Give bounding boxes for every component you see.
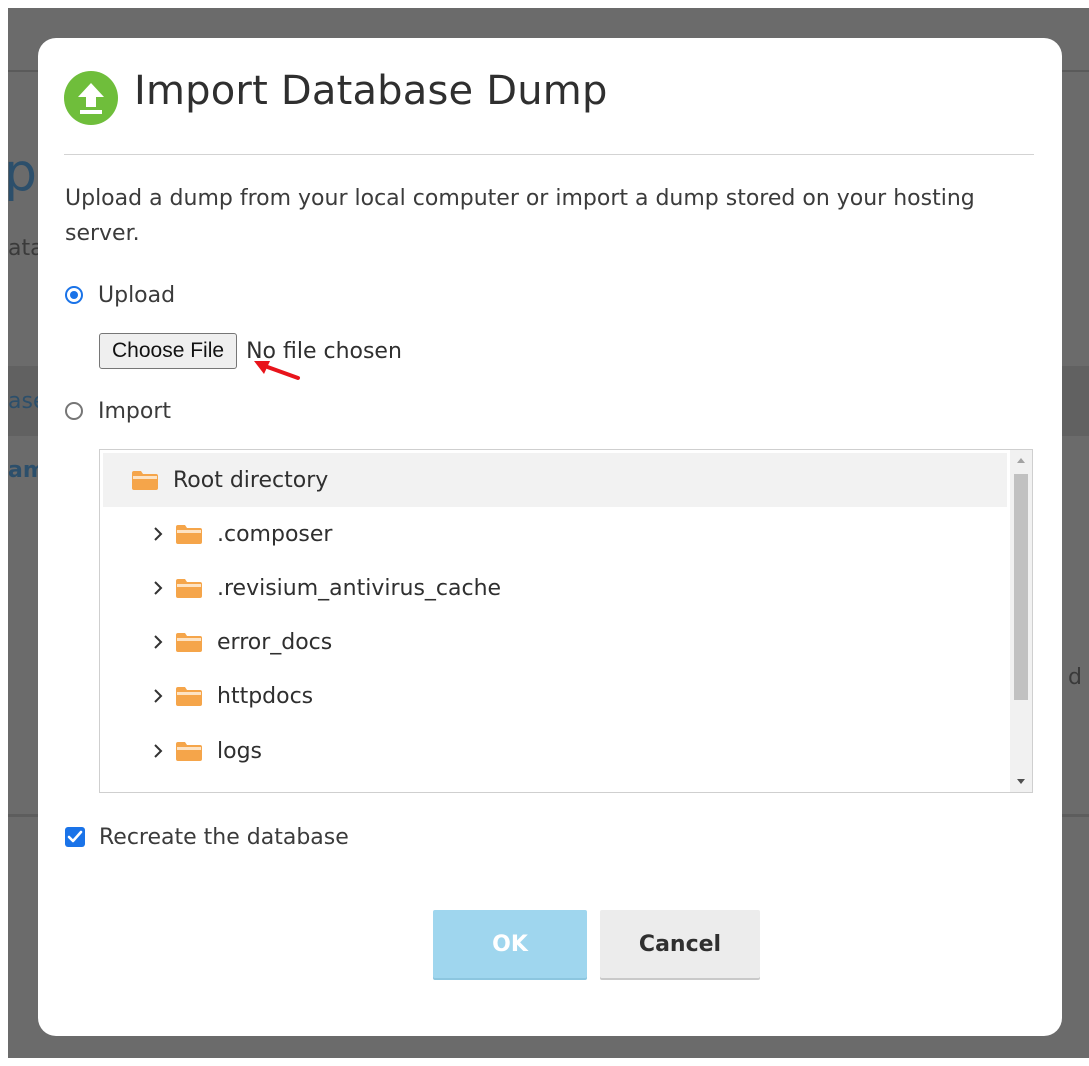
folder-icon [176,525,202,544]
recreate-checkbox[interactable] [65,827,85,847]
backdrop-text: d R [1068,665,1089,690]
tree-root-label: Root directory [173,467,329,493]
chevron-right-icon[interactable] [151,688,165,704]
tree-item-label: .composer [217,521,333,547]
scroll-down-arrow-icon[interactable] [1010,770,1032,792]
tree-item-label: error_docs [217,629,333,655]
directory-tree[interactable]: Root directory .composer .revisium_antiv… [99,449,1033,793]
scroll-thumb[interactable] [1014,474,1028,700]
annotation-arrow-icon [254,361,300,380]
tree-scrollbar[interactable] [1010,450,1032,792]
tree-root-item[interactable]: Root directory [103,453,1007,507]
import-radio-label[interactable]: Import [98,399,171,424]
folder-icon [176,687,202,706]
tree-item[interactable]: .revisium_antivirus_cache [103,561,1007,615]
chevron-right-icon[interactable] [151,743,165,759]
backdrop-text: p [8,143,38,203]
choose-file-button[interactable]: Choose File [99,333,238,369]
upload-radio[interactable] [65,286,83,304]
file-chooser: Choose File No file chosen [99,333,402,369]
tree-item[interactable]: logs [103,724,1007,778]
cancel-button[interactable]: Cancel [600,910,760,978]
dialog-header: Import Database Dump [64,64,1034,154]
import-dump-dialog: Import Database Dump Upload a dump from … [38,38,1062,1036]
recreate-option[interactable]: Recreate the database [65,823,349,851]
tree-item-label: logs [217,738,262,764]
folder-icon [176,579,202,598]
tree-item[interactable]: error_docs [103,615,1007,669]
chevron-right-icon[interactable] [151,526,165,542]
scroll-up-arrow-icon[interactable] [1010,450,1032,472]
tree-item-label: .revisium_antivirus_cache [217,575,502,601]
chevron-right-icon[interactable] [151,580,165,596]
tree-item[interactable]: httpdocs [103,669,1007,723]
checkmark-icon [67,830,83,843]
recreate-checkbox-label[interactable]: Recreate the database [99,825,349,850]
import-option[interactable]: Import [65,397,171,425]
dialog-description: Upload a dump from your local computer o… [65,186,975,246]
tree-item-label: httpdocs [217,683,314,709]
dialog-title: Import Database Dump [134,68,608,114]
header-divider [64,154,1034,155]
chevron-right-icon[interactable] [151,634,165,650]
ok-button[interactable]: OK [433,910,587,978]
folder-icon [176,742,202,761]
import-radio[interactable] [65,402,83,420]
folder-icon [176,633,202,652]
upload-radio-label[interactable]: Upload [98,283,175,308]
folder-icon [132,471,158,490]
upload-option[interactable]: Upload [65,281,175,309]
tree-item[interactable]: .composer [103,507,1007,561]
upload-arrow-icon [64,71,118,125]
